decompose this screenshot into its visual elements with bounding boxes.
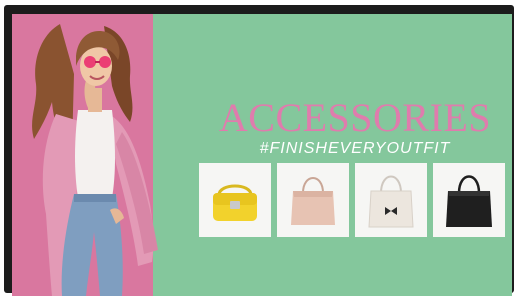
ad-headline: ACCESSORIES — [218, 95, 492, 140]
blush-tote-icon — [291, 177, 335, 225]
product-row — [199, 163, 505, 237]
black-tote-icon — [446, 175, 492, 227]
model-photo — [32, 24, 158, 296]
yellow-handbag-icon — [213, 184, 257, 221]
product-tile-black-tote — [433, 163, 505, 237]
ad-hashtag: #FINISHEVERYOUTFIT — [259, 140, 451, 157]
ad-display: ACCESSORIES #FINISHEVERYOUTFIT — [12, 14, 512, 296]
white-bow-tote-icon — [368, 175, 414, 228]
product-tile-blush-tote — [277, 163, 349, 237]
product-tile-white-tote — [355, 163, 427, 237]
tv-monitor-frame: ACCESSORIES #FINISHEVERYOUTFIT — [4, 5, 514, 296]
product-tile-yellow-bag — [199, 163, 271, 237]
